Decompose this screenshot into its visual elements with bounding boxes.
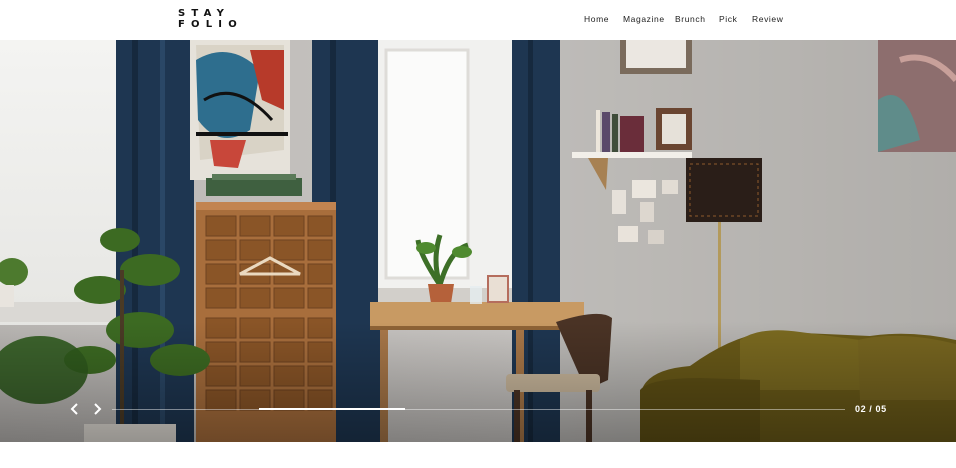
- slide-counter: 02 / 05: [855, 404, 887, 414]
- nav-magazine[interactable]: Magazine: [623, 14, 665, 24]
- chevron-right-icon: [94, 403, 102, 415]
- nav-pick[interactable]: Pick: [719, 14, 737, 24]
- slide-progress-track[interactable]: [112, 408, 845, 410]
- prev-slide-button[interactable]: [68, 401, 82, 417]
- chevron-left-icon: [70, 403, 78, 415]
- hero-room-image: [0, 40, 956, 442]
- nav-review[interactable]: Review: [752, 14, 783, 24]
- logo-line-2: FOLIO: [178, 19, 243, 30]
- nav-brunch[interactable]: Brunch: [675, 14, 706, 24]
- slide-progress-fill: [259, 408, 405, 410]
- nav-home[interactable]: Home: [584, 14, 609, 24]
- stayfolio-logo[interactable]: STAY FOLIO: [178, 9, 243, 31]
- next-slide-button[interactable]: [90, 401, 104, 417]
- site-header: STAY FOLIO Home Magazine Brunch Pick Rev…: [0, 0, 956, 40]
- hero-slide[interactable]: [0, 40, 956, 442]
- page-bottom: [0, 442, 956, 468]
